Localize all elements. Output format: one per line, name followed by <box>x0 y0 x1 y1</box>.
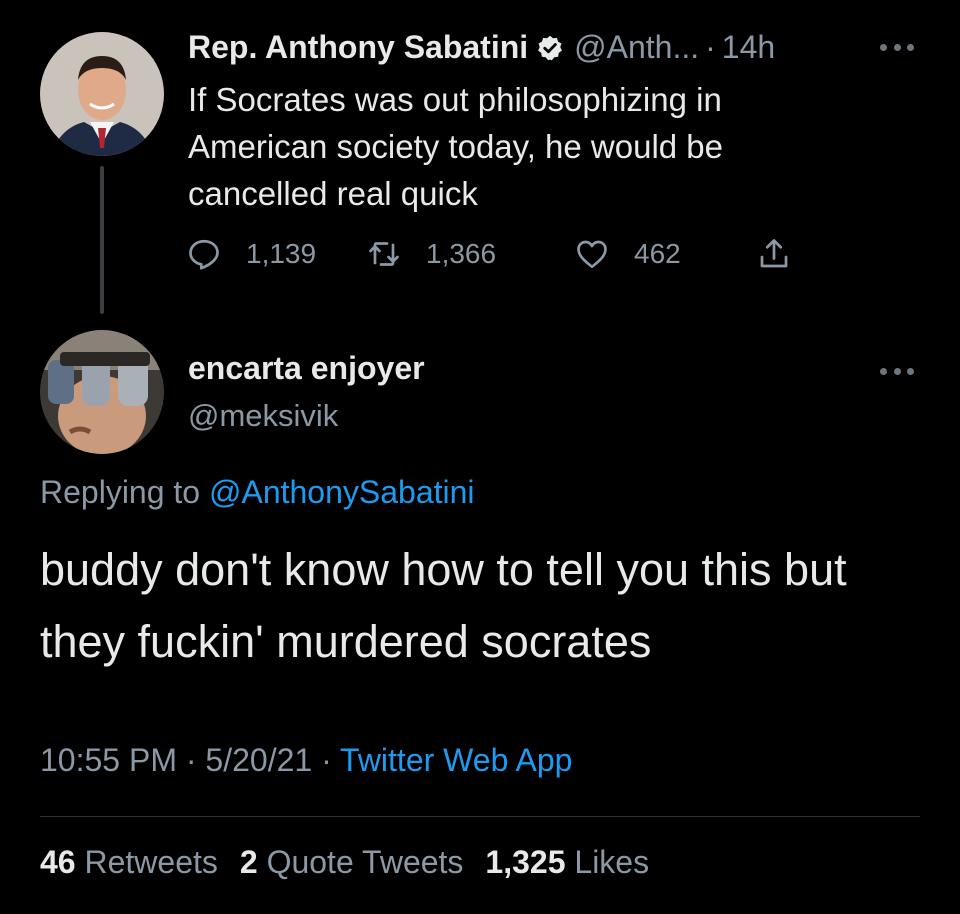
tweet1-author-handle[interactable]: @Anth... <box>574 29 699 66</box>
tweet2-author-handle[interactable]: @meksivik <box>188 398 338 434</box>
retweet-button[interactable]: 1,366 <box>366 232 496 276</box>
avatar-anthony-sabatini[interactable] <box>40 32 164 156</box>
share-button[interactable] <box>756 232 792 276</box>
tweet2-source[interactable]: Twitter Web App <box>340 742 572 778</box>
quote-tweets-stat-count: 2 <box>239 844 258 880</box>
thread-connector-line <box>100 166 104 314</box>
tweet1-text: If Socrates was out philosophizing in Am… <box>188 81 724 212</box>
tweet2-author-name[interactable]: encarta enjoyer <box>188 350 425 387</box>
tweet2-time[interactable]: 10:55 PM <box>40 742 177 778</box>
retweets-stat-label: Retweets <box>84 844 218 880</box>
avatar-encarta-enjoyer[interactable] <box>40 330 164 454</box>
tweet1-header: Rep. Anthony Sabatini @Anth... · 14h <box>188 26 775 68</box>
replying-to: Replying to @AnthonySabatini <box>40 474 475 511</box>
replying-to-mention[interactable]: @AnthonySabatini <box>209 474 475 510</box>
tweet1-author-name[interactable]: Rep. Anthony Sabatini <box>188 29 528 66</box>
retweets-stat[interactable]: 46 Retweets <box>40 844 218 881</box>
likes-stat-count: 1,325 <box>485 844 566 880</box>
reply-button[interactable]: 1,139 <box>186 232 316 276</box>
tweet1-timestamp[interactable]: 14h <box>722 29 775 66</box>
reply-count: 1,139 <box>246 238 317 269</box>
likes-stat-label: Likes <box>574 844 650 880</box>
verified-badge-icon <box>536 33 564 61</box>
tweet2-date[interactable]: 5/20/21 <box>205 742 312 778</box>
like-count: 462 <box>634 238 681 269</box>
tweet2-separator-1: · <box>185 742 197 778</box>
share-icon <box>760 239 788 268</box>
quote-tweets-stat-label: Quote Tweets <box>266 844 464 880</box>
divider <box>40 816 920 817</box>
more-horizontal-icon[interactable] <box>880 366 914 376</box>
tweet1-action-bar: 1,139 1,366 462 <box>186 232 826 276</box>
retweet-count: 1,366 <box>426 238 497 269</box>
like-button[interactable]: 462 <box>574 232 681 276</box>
tweet2-separator-2: · <box>321 742 332 778</box>
reply-icon <box>189 239 219 270</box>
tweet2-meta: 10:55 PM · 5/20/21 · Twitter Web App <box>40 742 572 779</box>
tweet1-separator: · <box>705 28 716 65</box>
tweet2-text: buddy don't know how to tell you this bu… <box>40 544 847 667</box>
retweet-icon <box>369 242 399 266</box>
heart-icon <box>577 240 607 269</box>
retweets-stat-count: 46 <box>40 844 76 880</box>
tweet-stats: 46 Retweets 2 Quote Tweets 1,325 Likes <box>40 844 671 881</box>
replying-to-label: Replying to <box>40 474 201 510</box>
quote-tweets-stat[interactable]: 2 Quote Tweets <box>240 844 464 881</box>
more-horizontal-icon[interactable] <box>880 42 914 52</box>
likes-stat[interactable]: 1,325 Likes <box>485 844 649 881</box>
